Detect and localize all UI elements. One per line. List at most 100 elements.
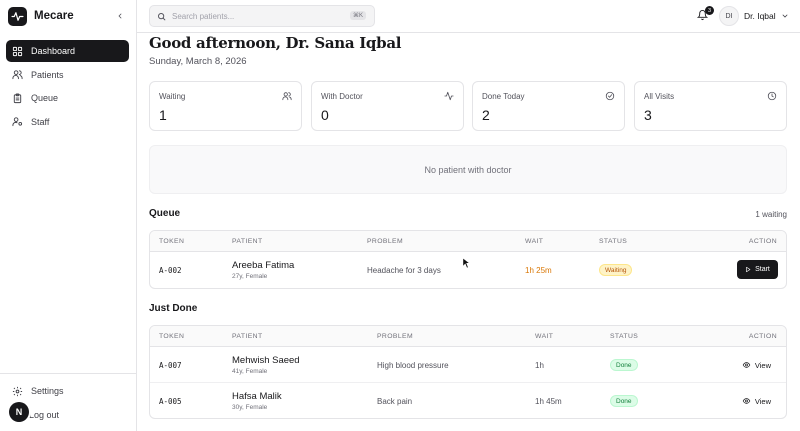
gear-icon (12, 386, 23, 396)
column-header: PROBLEM (377, 333, 414, 340)
notifications-button[interactable]: 3 (696, 6, 714, 23)
column-header: WAIT (525, 238, 544, 245)
patient-name: Mehwish Saeed (232, 355, 300, 366)
n-badge-icon[interactable]: N (9, 402, 29, 422)
patient-meta: 27y, Female (232, 273, 268, 280)
eye-icon (742, 398, 751, 404)
sidebar-item-label: Staff (31, 116, 50, 127)
stat-card-done-today: Done Today 2 (472, 81, 625, 131)
column-header: TOKEN (159, 238, 185, 245)
sidebar-item-label: Queue (31, 93, 59, 104)
stat-value: 1 (159, 107, 167, 123)
column-header: STATUS (599, 238, 628, 245)
sidebar-divider (0, 373, 137, 374)
play-icon (746, 266, 751, 273)
wait-time: 1h 25m (525, 266, 552, 275)
column-header: PATIENT (232, 333, 263, 340)
search-input[interactable] (172, 11, 342, 21)
patient-meta: 30y, Female (232, 404, 268, 411)
status-badge: Done (610, 395, 638, 407)
just-done-table: TOKEN PATIENT PROBLEM WAIT STATUS ACTION… (149, 325, 787, 419)
clock-icon (767, 91, 777, 101)
sidebar-item-staff[interactable]: Staff (6, 111, 129, 133)
sidebar-item-label: Patients (31, 69, 64, 80)
stat-value: 0 (321, 107, 329, 123)
search-shortcut: ⌘K (349, 11, 366, 20)
view-label: View (754, 360, 771, 370)
search-icon (158, 12, 166, 20)
table-header: TOKEN PATIENT PROBLEM WAIT STATUS ACTION (150, 326, 786, 347)
problem: Back pain (377, 397, 413, 406)
column-header: STATUS (610, 333, 639, 340)
eye-icon (742, 362, 751, 368)
stat-label: All Visits (644, 92, 675, 101)
view-label: View (754, 396, 771, 406)
avatar: DI (719, 6, 739, 26)
app-name: Mecare (34, 10, 74, 22)
column-header: PATIENT (232, 238, 263, 245)
view-button[interactable]: View (742, 395, 771, 407)
just-done-section-title: Just Done (149, 303, 198, 314)
sidebar-item-patients[interactable]: Patients (6, 64, 129, 86)
brand[interactable]: Mecare (8, 6, 74, 26)
table-row[interactable]: A-005 Hafsa Malik 30y, Female Back pain … (150, 383, 786, 418)
stat-card-waiting: Waiting 1 (149, 81, 302, 131)
stat-label: Waiting (159, 92, 186, 101)
token: A-007 (159, 361, 182, 370)
chevron-down-icon (782, 14, 788, 18)
user-name: Dr. Iqbal (744, 11, 776, 21)
view-button[interactable]: View (742, 359, 771, 371)
stat-card-all-visits: All Visits 3 (634, 81, 787, 131)
wait-time: 1h 45m (535, 397, 562, 406)
status-badge: Done (610, 359, 638, 371)
stat-card-with-doctor: With Doctor 0 (311, 81, 464, 131)
stat-label: With Doctor (321, 92, 363, 101)
column-header: TOKEN (159, 333, 185, 340)
column-header: WAIT (535, 333, 554, 340)
problem: Headache for 3 days (367, 266, 441, 275)
with-doctor-empty-state: No patient with doctor (149, 145, 787, 194)
user-cog-icon (12, 117, 23, 127)
table-header: TOKEN PATIENT PROBLEM WAIT STATUS ACTION (150, 231, 786, 252)
problem: High blood pressure (377, 361, 449, 370)
sidebar-item-dashboard[interactable]: Dashboard (6, 40, 129, 62)
check-circle-icon (605, 91, 615, 101)
search-bar[interactable]: ⌘K (149, 5, 375, 27)
token: A-005 (159, 397, 182, 406)
collapse-sidebar-icon[interactable] (114, 9, 126, 23)
start-label: Start (755, 266, 770, 273)
table-row[interactable]: A-007 Mehwish Saeed 41y, Female High blo… (150, 347, 786, 383)
queue-section-title: Queue (149, 208, 181, 219)
patient-meta: 41y, Female (232, 368, 268, 375)
stat-value: 2 (482, 107, 490, 123)
sidebar-item-settings[interactable]: Settings (6, 380, 129, 402)
current-date: Sunday, March 8, 2026 (149, 56, 247, 67)
settings-label: Settings (31, 386, 64, 396)
start-button[interactable]: Start (737, 260, 778, 279)
pulse-logo-icon (8, 6, 27, 26)
grid-icon (12, 46, 23, 56)
activity-icon (444, 91, 454, 101)
column-header: ACTION (748, 238, 777, 245)
mouse-cursor-icon (462, 257, 470, 269)
sidebar: Mecare Dashboard Patients Queue Staff Se… (0, 0, 137, 431)
stat-label: Done Today (482, 92, 525, 101)
logout-label: Log out (29, 410, 60, 420)
token: A-002 (159, 266, 182, 275)
patient-name: Areeba Fatima (232, 260, 295, 271)
users-icon (12, 70, 23, 80)
sidebar-item-queue[interactable]: Queue (6, 87, 129, 109)
wait-time: 1h (535, 361, 544, 370)
sidebar-item-label: Dashboard (31, 46, 76, 56)
queue-count: 1 waiting (755, 210, 787, 219)
status-badge: Waiting (599, 264, 633, 276)
column-header: ACTION (748, 333, 777, 340)
main-content: Good afternoon, Dr. Sana Iqbal Sunday, M… (137, 33, 800, 431)
patient-name: Hafsa Malik (232, 391, 282, 402)
clipboard-icon (13, 93, 22, 103)
stat-value: 3 (644, 107, 652, 123)
user-menu[interactable]: DI Dr. Iqbal (719, 6, 789, 26)
notification-count: 3 (705, 6, 714, 15)
sidebar-nav: Dashboard Patients Queue Staff (6, 40, 129, 134)
column-header: PROBLEM (367, 238, 404, 245)
